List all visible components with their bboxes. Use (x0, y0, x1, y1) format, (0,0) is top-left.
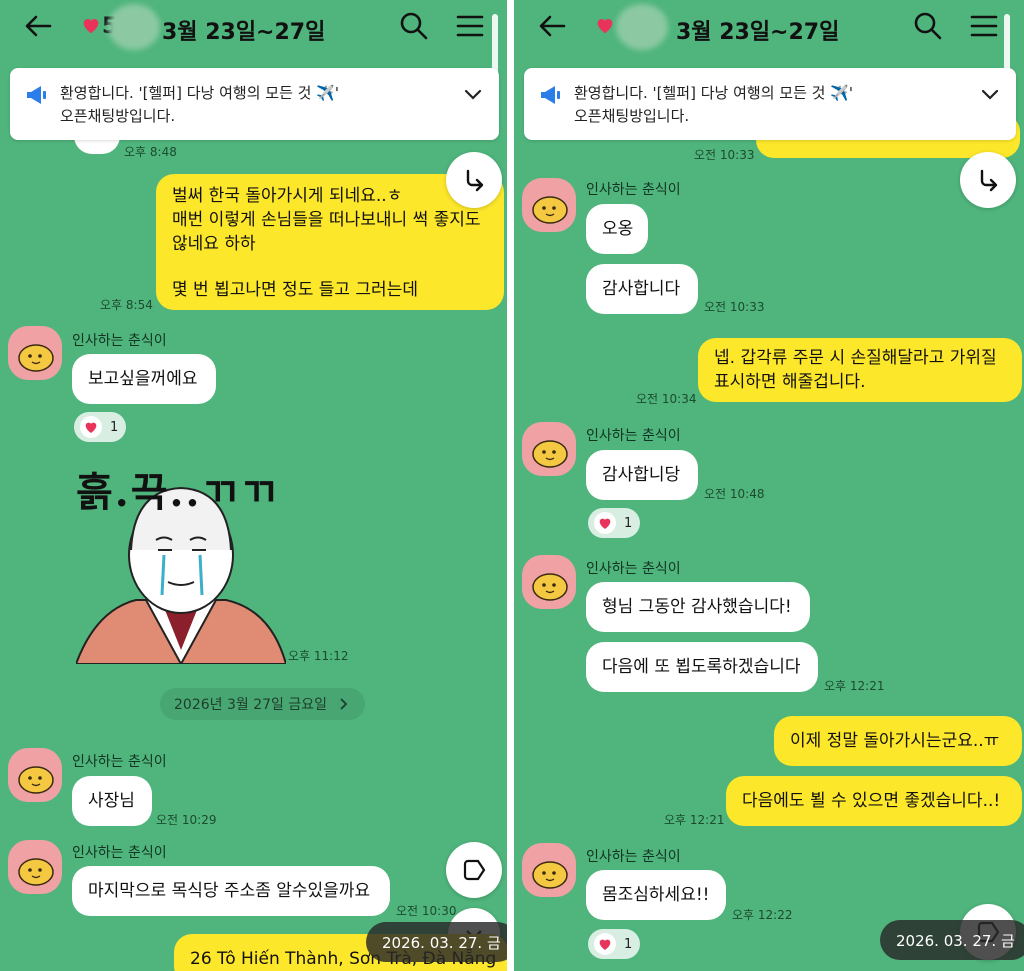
tag-icon (463, 859, 486, 881)
forward-button[interactable] (446, 152, 502, 208)
timestamp: 오후 8:54 (100, 298, 153, 312)
message-line: 넵. 갑각류 주문 시 손질해달라고 가위질 (714, 348, 997, 368)
notice-banner[interactable]: 환영합니다. '[헬퍼] 다낭 여행의 모든 것 ✈️' 오픈채팅방입니다. (524, 68, 1016, 140)
date-divider[interactable]: 2026년 3월 27일 금요일 (160, 688, 365, 720)
sender-name: 인사하는 춘식이 (586, 561, 681, 577)
message-line: 벌써 한국 돌아가시게 되네요..ㅎ (172, 186, 403, 206)
notice-text-line1: 환영합니다. '[헬퍼] 다낭 여행의 모든 것 ✈️' (60, 84, 340, 102)
timestamp: 오전 10:48 (704, 487, 765, 501)
my-message-bubble: 이제 정말 돌아가시는군요..ㅠ (774, 716, 1022, 766)
avatar[interactable] (8, 748, 62, 802)
chevron-down-icon[interactable] (978, 82, 1002, 106)
heart-icon (80, 14, 102, 36)
timestamp: 오후 11:12 (288, 649, 349, 663)
my-message-bubble: 넵. 갑각류 주문 시 손질해달라고 가위질 표시하면 해줄겁니다. (698, 338, 1022, 402)
date-pill: 2026. 03. 27. 금 (880, 920, 1024, 960)
reaction-count: 1 (110, 419, 119, 435)
message-line: 매번 이렇게 손님들을 떠나보내니 썩 좋지도 (172, 210, 481, 230)
sender-name: 인사하는 춘식이 (72, 845, 167, 861)
chat-title: 3월 23일~27일 (676, 20, 840, 45)
message-bubble: 보고싶을꺼에요 (72, 354, 216, 404)
heart-icon (594, 512, 616, 534)
megaphone-icon (538, 82, 564, 108)
message-bubble: 몸조심하세요!! (586, 870, 726, 920)
avatar[interactable] (522, 178, 576, 232)
tag-button[interactable] (446, 842, 502, 898)
timestamp: 오전 10:29 (156, 813, 217, 827)
timestamp: 오전 10:33 (694, 148, 755, 162)
message-bubble: 형님 그동안 감사했습니다! (586, 582, 810, 632)
notice-text-line2: 오픈채팅방입니다. (574, 107, 690, 125)
timestamp: 오후 8:48 (124, 145, 177, 159)
sender-name: 인사하는 춘식이 (586, 182, 681, 198)
message-bubble: 마지막으로 목식당 주소좀 알수있을까요 (72, 866, 390, 916)
search-icon[interactable] (910, 8, 946, 44)
date-divider-label: 2026년 3월 27일 금요일 (174, 697, 327, 713)
timestamp: 오전 10:33 (704, 300, 765, 314)
back-arrow-icon[interactable] (534, 8, 570, 44)
reaction-badge[interactable]: 1 (588, 508, 640, 538)
chevron-right-icon (340, 698, 348, 710)
heart-icon (594, 933, 616, 955)
sender-name: 인사하는 춘식이 (72, 754, 167, 770)
blurred-title-area (108, 4, 160, 50)
chevron-down-icon[interactable] (461, 82, 485, 106)
sticker-image[interactable]: 흙.끅..ㄲㄲ (74, 460, 288, 667)
heart-icon (594, 14, 616, 36)
blurred-title-area (616, 4, 668, 50)
reaction-count: 1 (624, 936, 633, 952)
timestamp: 오후 12:22 (732, 908, 793, 922)
menu-icon[interactable] (966, 8, 1002, 44)
forward-button[interactable] (960, 152, 1016, 208)
sender-name: 인사하는 춘식이 (72, 333, 167, 349)
back-arrow-icon[interactable] (20, 8, 56, 44)
message-bubble: 오옹 (586, 204, 648, 254)
sender-name: 인사하는 춘식이 (586, 428, 681, 444)
timestamp: 오후 12:21 (824, 679, 885, 693)
notice-text-line2: 오픈채팅방입니다. (60, 107, 176, 125)
reaction-badge[interactable]: 1 (74, 412, 126, 442)
date-pill: 2026. 03. 27. 금 (366, 922, 507, 962)
avatar[interactable] (522, 843, 576, 897)
chat-title: 3월 23일~27일 (162, 20, 326, 45)
chat-screen-left: 5 3월 23일~27일 오후 8:48 환영합니다. '[헬퍼] 다낭 여행의… (0, 0, 507, 971)
timestamp: 오후 12:21 (664, 813, 725, 827)
message-line: 몇 번 뵙고나면 정도 들고 그러는데 (172, 280, 418, 300)
megaphone-icon (24, 82, 50, 108)
avatar[interactable] (522, 422, 576, 476)
avatar[interactable] (522, 555, 576, 609)
sticker-caption: 흙.끅..ㄲㄲ (76, 469, 279, 516)
chat-screen-right: 3월 23일~27일 오전 10:33 환영합니다. '[헬퍼] 다낭 여행의 … (514, 0, 1024, 971)
search-icon[interactable] (396, 8, 432, 44)
forward-icon (980, 169, 998, 192)
message-line: 않네요 하하 (172, 234, 256, 254)
timestamp: 오전 10:34 (636, 392, 697, 406)
sender-name: 인사하는 춘식이 (586, 849, 681, 865)
reaction-count: 1 (624, 515, 633, 531)
notice-banner[interactable]: 환영합니다. '[헬퍼] 다낭 여행의 모든 것 ✈️' 오픈채팅방입니다. (10, 68, 499, 140)
message-line: 표시하면 해줄겁니다. (714, 372, 866, 392)
message-bubble: 사장님 (72, 776, 152, 826)
avatar[interactable] (8, 840, 62, 894)
timestamp: 오전 10:30 (396, 904, 457, 918)
message-bubble: 감사합니당 (586, 450, 698, 500)
notice-text-line1: 환영합니다. '[헬퍼] 다낭 여행의 모든 것 ✈️' (574, 84, 854, 102)
reaction-badge[interactable]: 1 (588, 929, 640, 959)
avatar[interactable] (8, 326, 62, 380)
heart-icon (80, 416, 102, 438)
message-bubble: 감사합니다 (586, 264, 698, 314)
forward-icon (466, 169, 484, 192)
message-line (172, 256, 488, 278)
menu-icon[interactable] (452, 8, 488, 44)
my-message-bubble: 다음에도 뵐 수 있으면 좋겠습니다..! (726, 776, 1022, 826)
message-bubble: 다음에 또 뵙도록하겠습니다 (586, 642, 818, 692)
